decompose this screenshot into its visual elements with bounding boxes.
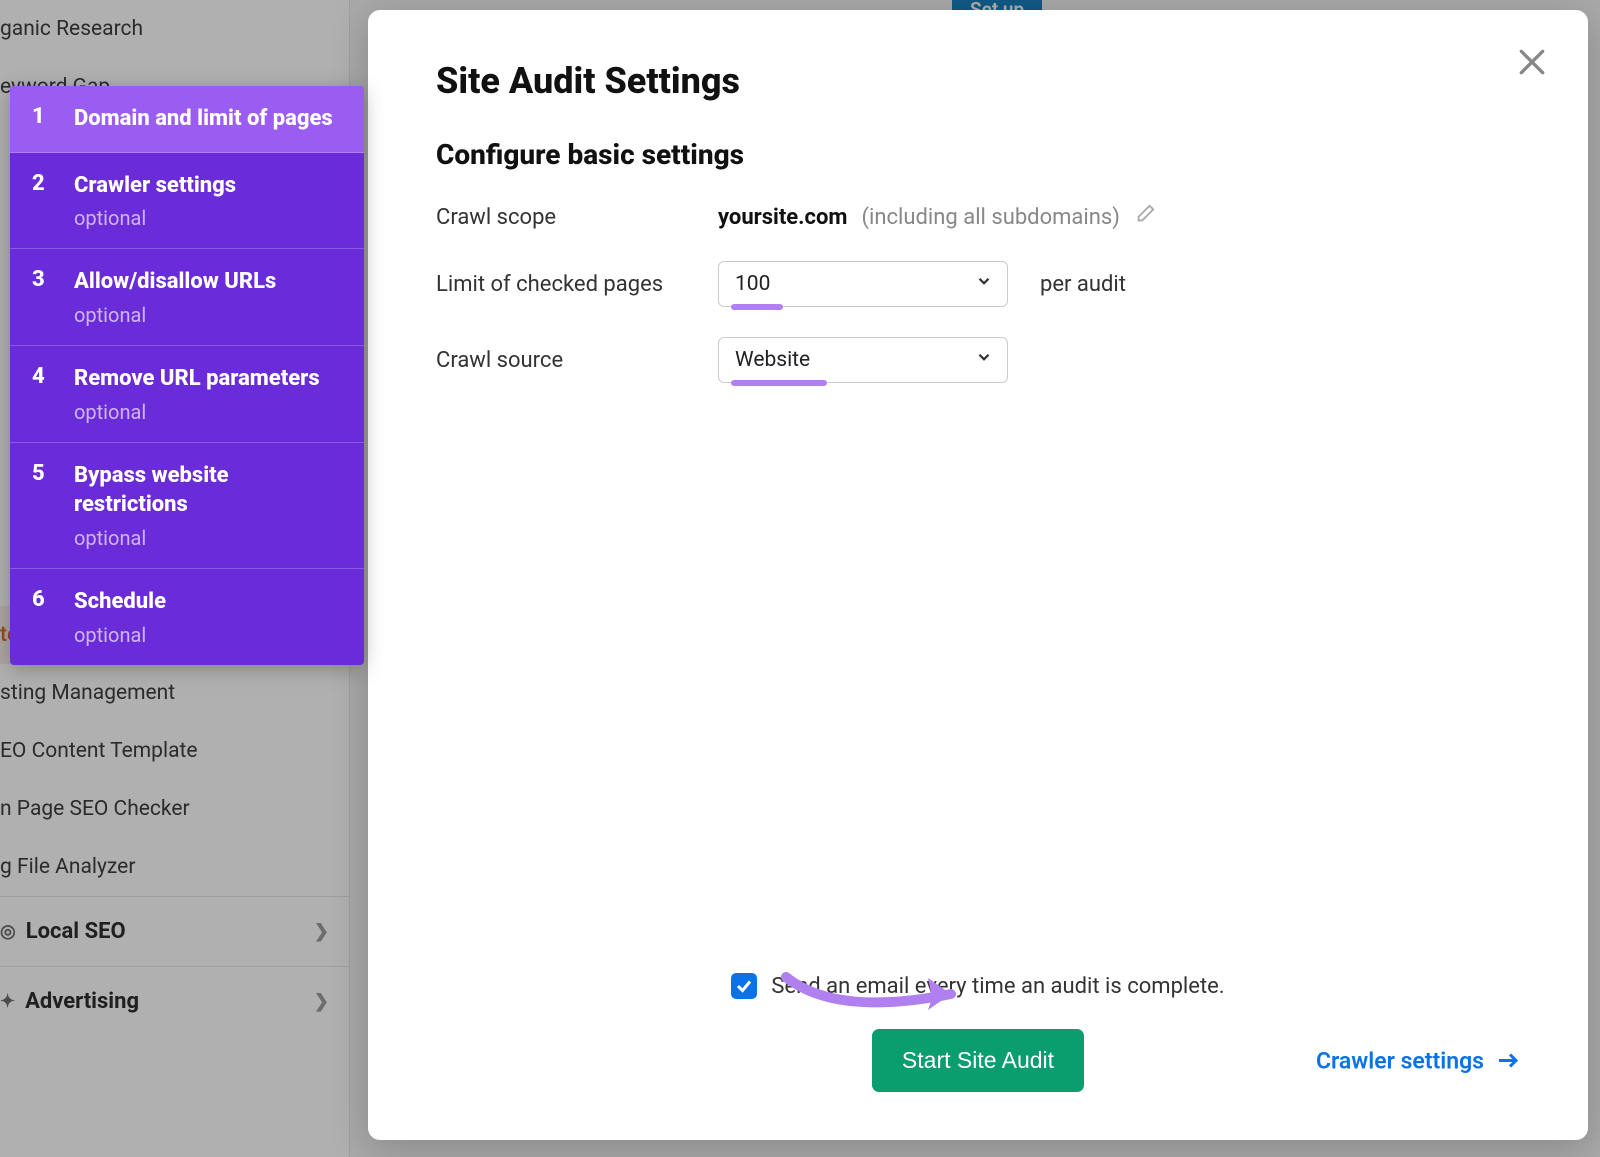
modal-footer: Send an email every time an audit is com… bbox=[436, 973, 1520, 1092]
crawl-scope-subtext: (including all subdomains) bbox=[861, 205, 1119, 230]
close-icon bbox=[1516, 46, 1548, 78]
per-audit-label: per audit bbox=[1040, 272, 1126, 297]
arrow-right-icon bbox=[1496, 1049, 1520, 1073]
step-optional: optional bbox=[74, 623, 342, 647]
limit-pages-select[interactable]: 100 bbox=[718, 261, 1008, 307]
site-audit-settings-modal: Site Audit Settings Configure basic sett… bbox=[368, 10, 1588, 1140]
crawler-settings-label: Crawler settings bbox=[1316, 1047, 1484, 1074]
step-optional: optional bbox=[74, 303, 342, 327]
step-title: Allow/disallow URLs bbox=[74, 267, 342, 297]
step-title: Bypass website restrictions bbox=[74, 461, 342, 520]
crawl-source-value: Website bbox=[735, 348, 810, 372]
modal-title: Site Audit Settings bbox=[436, 60, 1520, 102]
step-optional: optional bbox=[74, 206, 342, 230]
crawl-scope-label: Crawl scope bbox=[436, 205, 718, 230]
step-title: Schedule bbox=[74, 587, 342, 617]
step-number: 4 bbox=[32, 364, 74, 424]
start-site-audit-button[interactable]: Start Site Audit bbox=[872, 1029, 1084, 1092]
step-optional: optional bbox=[74, 526, 342, 550]
step-number: 5 bbox=[32, 461, 74, 550]
edit-icon[interactable] bbox=[1134, 203, 1156, 231]
step-title: Crawler settings bbox=[74, 171, 342, 201]
modal-subtitle: Configure basic settings bbox=[436, 138, 1520, 171]
highlight-underline bbox=[731, 380, 827, 386]
limit-pages-value: 100 bbox=[735, 272, 770, 296]
close-button[interactable] bbox=[1516, 46, 1548, 78]
wizard-step-domain-limit[interactable]: 1 Domain and limit of pages bbox=[10, 86, 364, 153]
limit-pages-row: Limit of checked pages 100 per audit bbox=[436, 261, 1520, 307]
crawl-source-row: Crawl source Website bbox=[436, 337, 1520, 383]
step-number: 2 bbox=[32, 171, 74, 231]
chevron-down-icon bbox=[975, 272, 993, 296]
wizard-step-allow-disallow[interactable]: 3 Allow/disallow URLs optional bbox=[10, 249, 364, 346]
step-title: Domain and limit of pages bbox=[74, 104, 342, 134]
step-title: Remove URL parameters bbox=[74, 364, 342, 394]
wizard-step-schedule[interactable]: 6 Schedule optional bbox=[10, 569, 364, 665]
email-label: Send an email every time an audit is com… bbox=[771, 974, 1224, 999]
wizard-step-bypass-restrictions[interactable]: 5 Bypass website restrictions optional bbox=[10, 443, 364, 569]
step-optional: optional bbox=[74, 400, 342, 424]
crawl-source-select[interactable]: Website bbox=[718, 337, 1008, 383]
email-checkbox[interactable] bbox=[731, 973, 757, 999]
chevron-down-icon bbox=[975, 348, 993, 372]
wizard-step-remove-url-params[interactable]: 4 Remove URL parameters optional bbox=[10, 346, 364, 443]
crawl-scope-row: Crawl scope yoursite.com (including all … bbox=[436, 203, 1520, 231]
limit-pages-label: Limit of checked pages bbox=[436, 272, 718, 297]
check-icon bbox=[735, 977, 753, 995]
crawler-settings-link[interactable]: Crawler settings bbox=[1316, 1047, 1520, 1074]
highlight-underline bbox=[731, 304, 783, 310]
crawl-scope-domain: yoursite.com bbox=[718, 205, 847, 230]
step-number: 3 bbox=[32, 267, 74, 327]
wizard-steps-panel: 1 Domain and limit of pages 2 Crawler se… bbox=[10, 86, 364, 665]
step-number: 6 bbox=[32, 587, 74, 647]
email-notification-row: Send an email every time an audit is com… bbox=[436, 973, 1520, 999]
step-number: 1 bbox=[32, 104, 74, 134]
crawl-source-label: Crawl source bbox=[436, 348, 718, 373]
wizard-step-crawler-settings[interactable]: 2 Crawler settings optional bbox=[10, 153, 364, 250]
